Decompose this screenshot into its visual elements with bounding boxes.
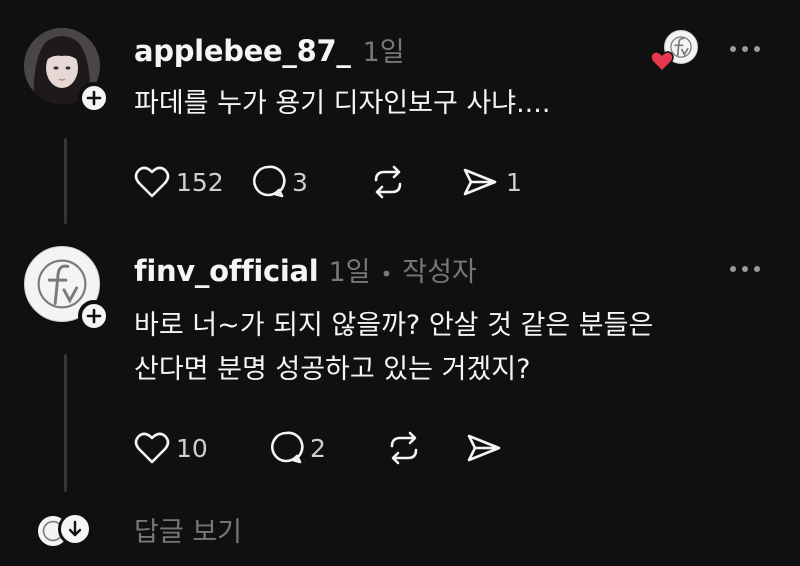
reply-count: 3: [292, 167, 308, 197]
follow-button[interactable]: [78, 82, 110, 114]
post-text-line: 산다면 분명 성공하고 있는 거겠지?: [134, 354, 531, 385]
username[interactable]: applebee_87_: [134, 34, 351, 68]
like-count: 10: [176, 433, 208, 463]
meta-separator: •: [380, 262, 393, 286]
post-text-line: 바로 너~가 되지 않을까? 안살 것 같은 분들은: [134, 310, 654, 341]
comment-button[interactable]: 3: [250, 164, 368, 200]
post-header: finv_official 1일 • 작성자: [134, 250, 477, 289]
more-icon-dot: [730, 46, 736, 52]
share-icon: [463, 168, 497, 196]
more-button[interactable]: [730, 46, 760, 52]
repost-button[interactable]: [384, 430, 464, 466]
post-time: 1일: [362, 37, 405, 68]
action-bar: 152 3 1: [134, 164, 522, 200]
thread-line: [64, 354, 67, 492]
heart-icon: [134, 166, 170, 198]
more-icon-dot: [730, 266, 736, 272]
repost-button[interactable]: [368, 164, 460, 200]
share-count: 1: [506, 167, 522, 197]
repost-icon: [374, 165, 402, 199]
more-button[interactable]: [730, 266, 760, 272]
post-text: 바로 너~가 되지 않을까? 안살 것 같은 분들은 산다면 분명 성공하고 있…: [134, 304, 653, 392]
share-button[interactable]: [464, 430, 510, 466]
post-text-line: 파데를 누가 용기 디자인보구 사냐....: [134, 88, 551, 119]
plus-icon: [86, 308, 102, 324]
heart-icon: [650, 51, 674, 72]
comment-icon: [252, 165, 286, 198]
like-count: 152: [176, 167, 224, 197]
reply-avatars[interactable]: [36, 510, 96, 548]
reply-count: 2: [310, 433, 326, 463]
expand-replies-badge: [58, 512, 92, 546]
plus-icon: [86, 90, 102, 106]
thread-line: [64, 138, 67, 224]
chevron-down-icon: [68, 520, 82, 537]
action-bar: 10 2: [134, 430, 510, 466]
comment-icon: [270, 431, 304, 464]
username[interactable]: finv_official: [134, 254, 319, 288]
repost-icon: [390, 431, 418, 465]
author-tag: 작성자: [402, 257, 477, 288]
comment-button[interactable]: 2: [268, 430, 384, 466]
post-header: applebee_87_ 1일: [134, 30, 405, 69]
share-button[interactable]: 1: [460, 164, 522, 200]
share-icon: [467, 434, 501, 462]
follow-button[interactable]: [78, 300, 110, 332]
heart-icon: [134, 432, 170, 464]
post-time: 1일: [328, 257, 371, 288]
view-replies-link[interactable]: 답글 보기: [134, 510, 242, 549]
like-button[interactable]: 152: [134, 165, 250, 199]
like-button[interactable]: 10: [134, 431, 268, 465]
post-text: 파데를 누가 용기 디자인보구 사냐....: [134, 82, 550, 126]
author-liked-badge: [648, 30, 700, 74]
